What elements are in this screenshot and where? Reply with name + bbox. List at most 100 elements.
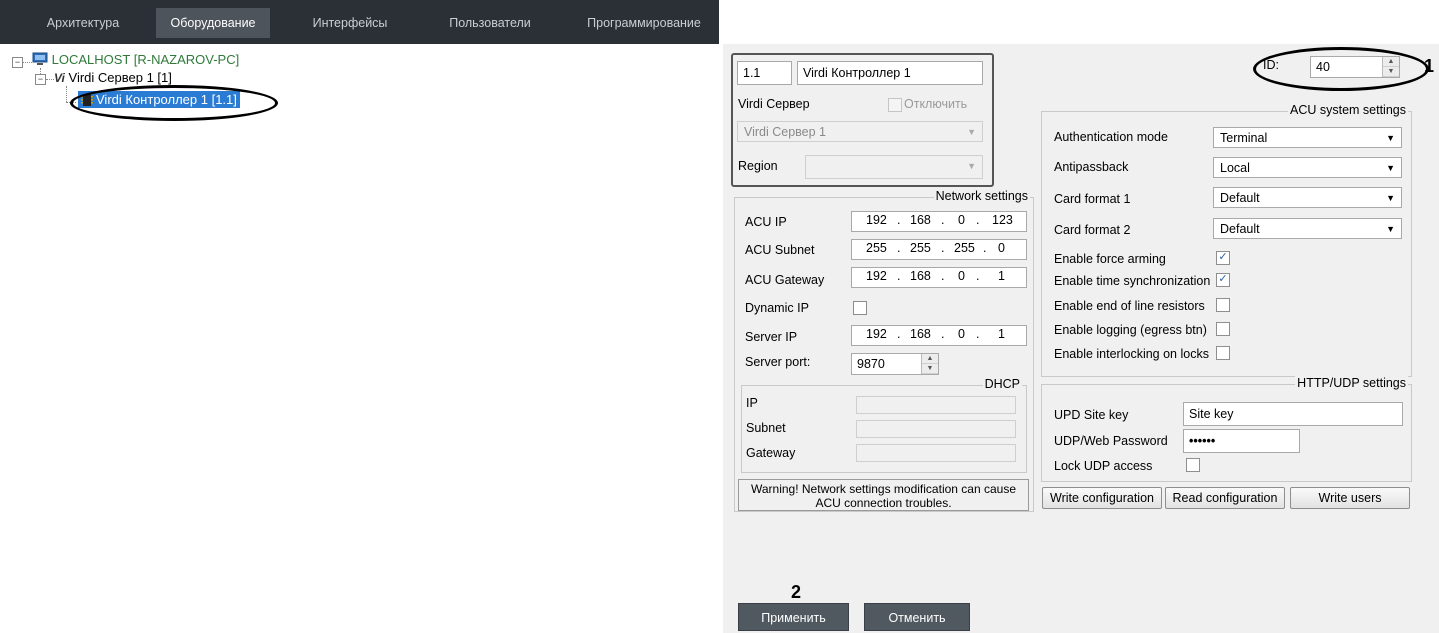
annotation-ellipse-controller bbox=[70, 85, 278, 121]
card-format-1-select[interactable]: Default ▼ bbox=[1213, 187, 1402, 208]
cancel-button[interactable]: Отменить bbox=[864, 603, 970, 631]
dynamic-ip-label: Dynamic IP bbox=[745, 301, 809, 315]
antipassback-select[interactable]: Local ▼ bbox=[1213, 157, 1402, 178]
logging-label: Enable logging (egress btn) bbox=[1054, 323, 1207, 337]
network-settings-group: Network settings ACU IP 192. 168. 0. 123… bbox=[734, 189, 1034, 512]
server-port-value: 9870 bbox=[857, 357, 885, 371]
card-format-1-label: Card format 1 bbox=[1054, 192, 1131, 206]
dhcp-ip-field bbox=[856, 396, 1016, 414]
card-format-1-value: Default bbox=[1220, 191, 1260, 205]
eol-resistors-checkbox[interactable] bbox=[1216, 298, 1230, 312]
ip-octet: 168 bbox=[910, 327, 931, 341]
ip-octet: 0 bbox=[958, 269, 965, 283]
interlocking-label: Enable interlocking on locks bbox=[1054, 347, 1209, 361]
acu-subnet-field[interactable]: 255. 255. 255. 0 bbox=[851, 239, 1027, 260]
chevron-down-icon: ▼ bbox=[1386, 193, 1395, 203]
tree-label-server: Virdi Сервер 1 [1] bbox=[68, 70, 172, 85]
dhcp-group: DHCP IP Subnet Gateway bbox=[741, 377, 1027, 473]
auth-mode-value: Terminal bbox=[1220, 131, 1268, 145]
write-users-button[interactable]: Write users bbox=[1290, 487, 1410, 509]
write-configuration-button[interactable]: Write configuration bbox=[1042, 487, 1162, 509]
dhcp-title: DHCP bbox=[982, 377, 1022, 391]
card-format-2-select[interactable]: Default ▼ bbox=[1213, 218, 1402, 239]
password-field[interactable]: •••••• bbox=[1183, 429, 1300, 453]
tab-equipment[interactable]: Оборудование bbox=[156, 8, 270, 38]
acu-subnet-label: ACU Subnet bbox=[745, 243, 815, 257]
ip-octet: 123 bbox=[992, 213, 1013, 227]
server-port-field[interactable]: 9870 ▲ ▼ bbox=[851, 353, 939, 375]
acu-settings-title: ACU system settings bbox=[1287, 103, 1408, 117]
arrow-up-icon: ▲ bbox=[922, 354, 938, 364]
ip-octet: 1 bbox=[998, 269, 1005, 283]
tree-label-localhost: LOCALHOST [R-NAZAROV-PC] bbox=[51, 52, 240, 67]
ip-octet: 168 bbox=[910, 269, 931, 283]
lock-udp-checkbox[interactable] bbox=[1186, 458, 1200, 472]
acu-system-settings-group: ACU system settings Authentication mode … bbox=[1041, 103, 1412, 377]
annotation-ellipse-id bbox=[1253, 47, 1429, 91]
network-warning: Warning! Network settings modification c… bbox=[738, 479, 1029, 511]
parent-label: Virdi Сервер bbox=[738, 97, 810, 111]
server-port-label: Server port: bbox=[745, 355, 811, 369]
parent-select-value: Virdi Сервер 1 bbox=[744, 125, 827, 139]
arrow-down-icon: ▼ bbox=[922, 364, 938, 374]
settings-panel: 1.1 Virdi Контроллер 1 Virdi Сервер Откл… bbox=[723, 44, 1439, 633]
password-label: UDP/Web Password bbox=[1054, 434, 1168, 448]
tab-architecture[interactable]: Архитектура bbox=[28, 8, 138, 38]
region-select[interactable]: ▼ bbox=[805, 155, 983, 179]
ip-octet: 192 bbox=[866, 213, 887, 227]
virdi-server-icon: Vi bbox=[54, 71, 65, 85]
ip-octet: 255 bbox=[910, 241, 931, 255]
parent-select[interactable]: Virdi Сервер 1 ▼ bbox=[737, 121, 983, 142]
ip-octet: 192 bbox=[866, 327, 887, 341]
region-label: Region bbox=[738, 159, 778, 173]
ip-octet: 168 bbox=[910, 213, 931, 227]
ip-octet: 0 bbox=[998, 241, 1005, 255]
dhcp-ip-label: IP bbox=[746, 396, 758, 410]
chevron-down-icon: ▼ bbox=[1386, 224, 1395, 234]
force-arming-checkbox[interactable]: ✓ bbox=[1216, 251, 1230, 265]
server-ip-field[interactable]: 192. 168. 0. 1 bbox=[851, 325, 1027, 346]
chevron-down-icon: ▼ bbox=[1386, 163, 1395, 173]
ip-octet: 0 bbox=[958, 213, 965, 227]
acu-gateway-field[interactable]: 192. 168. 0. 1 bbox=[851, 267, 1027, 288]
interlocking-checkbox[interactable] bbox=[1216, 346, 1230, 360]
collapse-icon[interactable]: − bbox=[35, 74, 46, 85]
server-port-spinner[interactable]: ▲ ▼ bbox=[921, 354, 938, 374]
site-key-label: UPD Site key bbox=[1054, 408, 1129, 422]
device-name-field[interactable]: Virdi Контроллер 1 bbox=[797, 61, 983, 85]
acu-ip-field[interactable]: 192. 168. 0. 123 bbox=[851, 211, 1027, 232]
computer-icon bbox=[32, 52, 48, 65]
acu-gateway-label: ACU Gateway bbox=[745, 273, 825, 287]
tab-users[interactable]: Пользователи bbox=[430, 8, 550, 38]
card-format-2-label: Card format 2 bbox=[1054, 223, 1131, 237]
warning-line-1: Warning! Network settings modification c… bbox=[750, 482, 1016, 496]
ip-octet: 255 bbox=[866, 241, 887, 255]
annotation-number-1: 1 bbox=[1424, 56, 1435, 76]
ip-octet: 0 bbox=[958, 327, 965, 341]
warning-line-2: ACU connection troubles. bbox=[815, 496, 952, 510]
auth-mode-label: Authentication mode bbox=[1054, 130, 1168, 144]
disable-checkbox[interactable] bbox=[888, 98, 902, 112]
apply-button[interactable]: Применить bbox=[738, 603, 849, 631]
force-arming-label: Enable force arming bbox=[1054, 252, 1166, 266]
ip-octet: 1 bbox=[998, 327, 1005, 341]
logging-checkbox[interactable] bbox=[1216, 322, 1230, 336]
dhcp-subnet-label: Subnet bbox=[746, 421, 786, 435]
disable-label: Отключить bbox=[904, 97, 968, 111]
tab-interfaces[interactable]: Интерфейсы bbox=[295, 8, 405, 38]
collapse-icon[interactable]: − bbox=[12, 57, 23, 68]
auth-mode-select[interactable]: Terminal ▼ bbox=[1213, 127, 1402, 148]
time-sync-label: Enable time synchronization bbox=[1054, 274, 1211, 288]
chevron-down-icon: ▼ bbox=[967, 161, 976, 171]
http-udp-settings-group: HTTP/UDP settings UPD Site key Site key … bbox=[1041, 376, 1412, 482]
site-key-field[interactable]: Site key bbox=[1183, 402, 1403, 426]
tree-node-server[interactable]: Vi Virdi Сервер 1 [1] bbox=[54, 70, 172, 85]
time-sync-checkbox[interactable]: ✓ bbox=[1216, 273, 1230, 287]
annotation-number-2: 2 bbox=[791, 582, 802, 602]
device-number-field[interactable]: 1.1 bbox=[737, 61, 792, 85]
dynamic-ip-checkbox[interactable] bbox=[853, 301, 867, 315]
tab-programming[interactable]: Программирование bbox=[575, 8, 713, 38]
tree-node-localhost[interactable]: LOCALHOST [R-NAZAROV-PC] bbox=[32, 52, 239, 67]
ip-octet: 255 bbox=[954, 241, 975, 255]
read-configuration-button[interactable]: Read configuration bbox=[1165, 487, 1285, 509]
